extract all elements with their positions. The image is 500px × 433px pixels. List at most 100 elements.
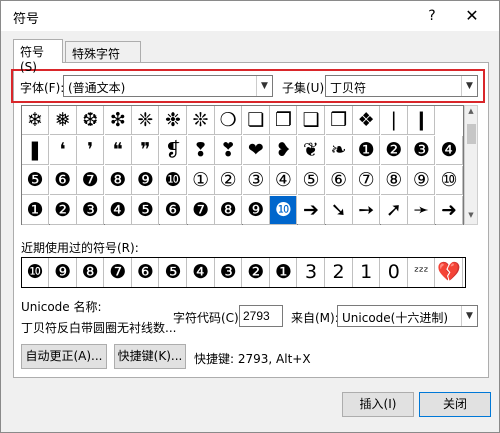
recent-symbol[interactable]: ❶ [270,258,298,287]
symbol-cell[interactable]: ❛ [49,136,77,165]
shortcut-key-button[interactable]: 快捷键(K)... [114,344,186,369]
symbol-cell[interactable]: ❖ [353,106,381,135]
symbol-cell[interactable]: ❺ [132,196,160,225]
symbol-cell[interactable]: ❞ [132,136,160,165]
symbol-cell[interactable]: ➘ [325,196,353,225]
symbol-cell[interactable]: ❍ [215,106,243,135]
symbol-cell[interactable]: ➙ [353,196,381,225]
tab-symbols[interactable]: 符号(S) [13,39,63,74]
chevron-down-icon: ▼ [256,76,272,96]
symbol-cell[interactable]: ③ [242,166,270,195]
recent-symbol[interactable]: ❼ [105,258,132,287]
symbol-cell[interactable]: ❇ [104,106,132,135]
recent-symbol[interactable]: 0 [381,258,408,287]
symbol-cell[interactable]: ④ [270,166,298,195]
symbol-cell[interactable]: ❻ [49,166,77,195]
symbol-cell[interactable]: ❽ [215,196,243,225]
symbol-cell[interactable]: ❼ [77,166,105,195]
grid-scrollbar[interactable]: ▲ ▼ [464,105,478,225]
from-dropdown[interactable]: Unicode(十六进制) ▼ [337,305,478,327]
close-button[interactable]: 关闭 [419,392,491,417]
symbol-cell[interactable]: ❑ [298,106,325,135]
recent-symbol[interactable]: ❸ [215,258,243,287]
symbol-cell[interactable]: ❡ [160,136,187,165]
symbol-cell[interactable]: ① [187,166,215,195]
symbol-cell[interactable]: ❾ [242,196,270,225]
symbol-cell[interactable]: ❢ [187,136,215,165]
symbol-cell[interactable]: ➔ [298,196,325,225]
symbol-cell[interactable]: ❆ [77,106,105,135]
symbol-cell[interactable]: ❚ [22,136,49,165]
symbol-cell[interactable]: ❐ [270,106,298,135]
scroll-down-icon[interactable]: ▼ [465,211,477,223]
recent-symbol[interactable]: ❽ [77,258,105,287]
close-icon[interactable]: ✕ [459,5,485,27]
symbol-cell[interactable]: ❷ [380,136,408,165]
symbol-cell[interactable]: ❧ [325,136,353,165]
symbol-cell[interactable]: ➜ [436,196,463,225]
symbol-cell[interactable]: ➚ [380,196,408,225]
symbol-cell[interactable]: ❉ [160,106,187,135]
symbol-cell[interactable]: ❸ [408,136,436,165]
font-dropdown[interactable]: (普通文本) ▼ [63,75,273,97]
symbol-cell[interactable]: ⑨ [408,166,436,195]
scroll-thumb[interactable] [467,124,476,144]
symbol-cell[interactable]: ❊ [187,106,215,135]
symbol-cell[interactable]: ❏ [242,106,270,135]
symbol-cell[interactable]: ❙ [408,106,436,135]
recent-symbol[interactable]: 1 [353,258,381,287]
symbol-cell[interactable]: ⑥ [325,166,353,195]
recent-symbol[interactable]: ᶻᶻᶻ [408,258,436,287]
symbol-cell[interactable]: ❺ [22,166,49,195]
symbol-dialog: 符号 ? ✕ 符号(S) 特殊字符(P) 字体(F): (普通文本) ▼ 子集(… [0,0,500,433]
recent-symbol[interactable]: ❻ [132,258,160,287]
symbol-cell[interactable]: ⑤ [298,166,325,195]
symbol-cell[interactable]: ❹ [436,136,463,165]
symbol-cell[interactable]: ❼ [187,196,215,225]
symbol-cell[interactable]: ❄ [22,106,49,135]
symbol-cell[interactable]: ❷ [49,196,77,225]
symbol-cell[interactable]: ❶ [353,136,381,165]
symbol-cell[interactable]: ❿ [160,166,187,195]
symbol-cell[interactable]: ❜ [77,136,105,165]
recent-symbol[interactable]: 💔 [436,258,463,287]
symbol-cell[interactable]: ❦ [298,136,325,165]
symbol-cell[interactable]: ⑩ [436,166,463,195]
symbol-cell[interactable]: ➛ [408,196,436,225]
recent-symbol[interactable]: 2 [326,258,353,287]
symbol-cell[interactable]: ❝ [104,136,132,165]
symbol-cell[interactable]: ❤ [242,136,270,165]
tab-special-characters[interactable]: 特殊字符(P) [65,41,141,76]
recent-symbol[interactable]: ❾ [50,258,77,287]
recent-symbol[interactable]: ❿ [22,258,49,287]
recent-symbol[interactable]: ❺ [160,258,187,287]
symbol-cell[interactable]: ⑦ [353,166,381,195]
symbol-cell[interactable]: ❿ [270,196,298,225]
symbol-cell[interactable]: ② [215,166,243,195]
scroll-up-icon[interactable]: ▲ [465,107,477,119]
symbol-cell[interactable]: ❹ [104,196,132,225]
symbol-cell[interactable]: ⑧ [380,166,408,195]
symbol-cell[interactable]: ❣ [215,136,243,165]
help-button[interactable]: ? [421,5,443,27]
char-code-input[interactable] [239,305,283,327]
symbol-cell[interactable]: ❅ [49,106,77,135]
symbol-cell[interactable]: ❸ [77,196,105,225]
recent-symbol[interactable]: ❹ [188,258,215,287]
symbol-cell[interactable]: ❾ [132,166,160,195]
title-bar: 符号 ? ✕ [1,1,499,31]
symbol-cell[interactable]: ❶ [22,196,49,225]
symbol-cell[interactable]: ❒ [325,106,353,135]
recent-symbol[interactable]: ❷ [243,258,270,287]
symbol-cell[interactable]: ❈ [132,106,160,135]
insert-button[interactable]: 插入(I) [342,392,414,417]
symbol-cell[interactable]: ❽ [104,166,132,195]
autocorrect-button[interactable]: 自动更正(A)... [21,344,107,369]
symbol-cell[interactable]: ❥ [270,136,298,165]
recent-symbol[interactable]: 3 [298,258,325,287]
symbol-cell[interactable]: ❻ [160,196,187,225]
symbol-cell[interactable]: ❘ [380,106,408,135]
subset-dropdown[interactable]: 丁贝符 ▼ [325,75,478,97]
from-label: 来自(M): [291,311,339,325]
subset-label: 子集(U): [282,81,329,95]
